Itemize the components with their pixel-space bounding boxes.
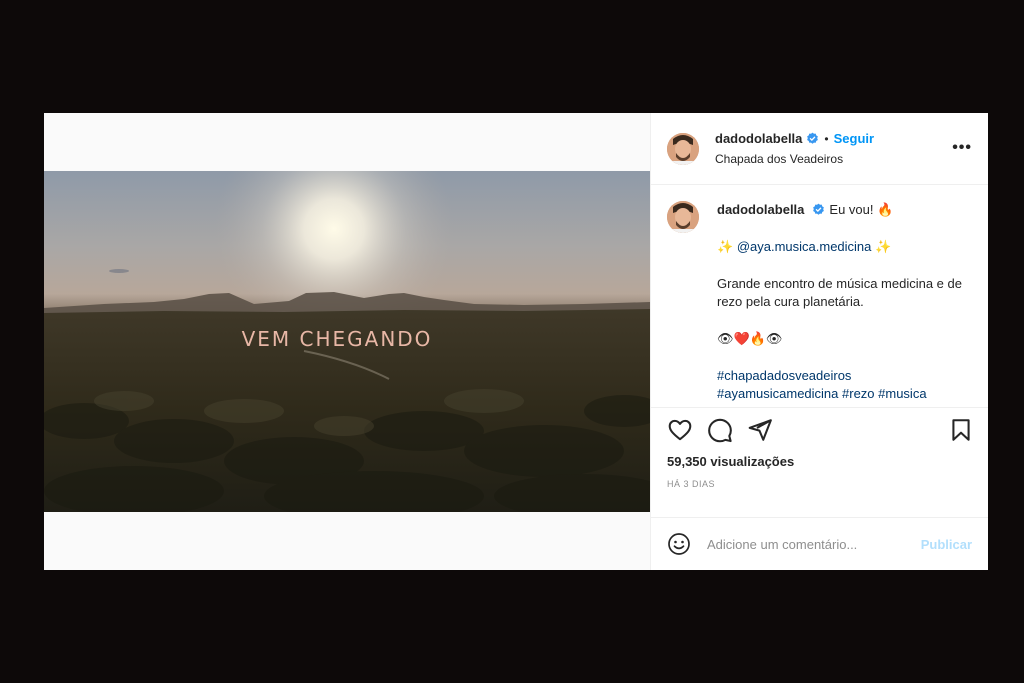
bookmark-icon[interactable]: [948, 417, 974, 443]
post-header: dadodolabella • Seguir Chapada dos Veade…: [651, 113, 988, 185]
caption-line-3: Grande encontro de música medicina e de …: [717, 276, 962, 309]
comment-icon[interactable]: [707, 417, 733, 443]
instagram-post: VEM CHEGANDO dadodolabella • Seguir Chap…: [44, 113, 988, 570]
video-title-overlay: VEM CHEGANDO: [241, 327, 433, 351]
more-options-button[interactable]: •••: [952, 139, 972, 157]
avatar[interactable]: [667, 132, 699, 165]
post-caption: dadodolabella Eu vou! 🔥 ✨ @aya.musica.me…: [651, 185, 988, 407]
smiley-icon[interactable]: [667, 532, 691, 556]
send-icon[interactable]: [747, 417, 773, 443]
post-location[interactable]: Chapada dos Veadeiros: [715, 152, 874, 166]
caption-avatar[interactable]: [667, 201, 699, 233]
verified-badge-icon: [807, 132, 819, 144]
caption-line-4: 👁❤️🔥👁: [717, 331, 783, 346]
verified-badge-icon: [813, 203, 825, 215]
heart-icon[interactable]: [667, 417, 693, 443]
profile-photo-icon: [667, 132, 699, 165]
action-bar: [651, 407, 988, 452]
caption-line-1: Eu vou! 🔥: [829, 202, 894, 217]
post-media: VEM CHEGANDO: [44, 113, 650, 570]
view-count[interactable]: 59,350 visualizações: [651, 452, 988, 469]
post-sidebar: dadodolabella • Seguir Chapada dos Veade…: [650, 113, 988, 570]
comment-bar: Publicar: [651, 517, 988, 570]
follow-button[interactable]: Seguir: [834, 131, 874, 146]
post-timestamp[interactable]: HÁ 3 DIAS: [651, 469, 988, 489]
author-username[interactable]: dadodolabella: [715, 131, 802, 146]
post-video[interactable]: VEM CHEGANDO: [44, 171, 650, 512]
sparkle-icon: ✨: [717, 239, 734, 254]
hashtags[interactable]: #chapadadosveadeiros #ayamusicamedicina …: [717, 367, 972, 403]
sparkle-icon: ✨: [875, 239, 892, 254]
caption-username[interactable]: dadodolabella: [717, 202, 804, 217]
publish-button[interactable]: Publicar: [921, 537, 972, 552]
mention-link[interactable]: @aya.musica.medicina: [737, 239, 872, 254]
caption-body: dadodolabella Eu vou! 🔥 ✨ @aya.musica.me…: [717, 201, 972, 407]
separator-dot: •: [824, 131, 829, 146]
profile-photo-icon: [667, 201, 699, 233]
comment-input[interactable]: [707, 536, 921, 552]
